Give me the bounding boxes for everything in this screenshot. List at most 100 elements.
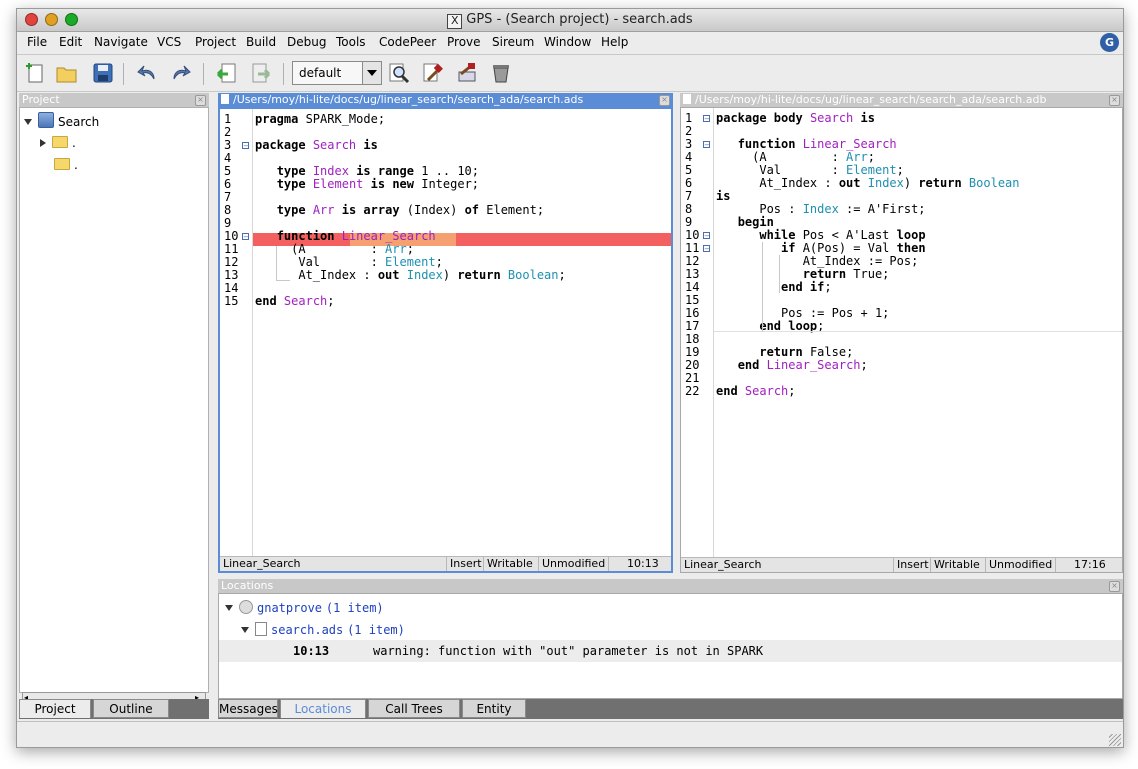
project-icon — [38, 112, 54, 128]
menu-edit[interactable]: Edit — [59, 35, 82, 49]
expand-down-icon[interactable] — [225, 605, 233, 611]
fold-guide — [276, 246, 277, 280]
code-text: Pos < A'Last — [795, 228, 897, 242]
code-text: Pos := Pos + 1; — [716, 306, 890, 320]
menu-build[interactable]: Build — [246, 35, 276, 49]
build-mode-value: default — [299, 66, 342, 80]
fold-toggle-icon[interactable]: − — [703, 141, 710, 149]
keyword: is — [860, 111, 875, 125]
menu-window[interactable]: Window — [544, 35, 591, 49]
menu-prove[interactable]: Prove — [447, 35, 481, 49]
tab-messages[interactable]: Messages — [218, 699, 278, 718]
code-line: pragma SPARK_Mode; — [255, 113, 385, 126]
location-message-row[interactable]: 10:13 warning: function with "out" param… — [219, 640, 1122, 662]
identifier: Linear_Search — [766, 358, 861, 372]
identifier: Search — [283, 294, 328, 308]
open-file-button[interactable] — [55, 61, 79, 85]
tree-item-dir[interactable]: . — [40, 136, 76, 150]
close-icon[interactable]: × — [195, 95, 206, 106]
tab-outline[interactable]: Outline — [93, 699, 169, 718]
project-tabs: Project Outline — [19, 699, 209, 719]
check-syntax-button[interactable] — [387, 61, 411, 85]
editor-left[interactable]: 1 pragma SPARK_Mode; 2 3− package Search is 4… — [218, 107, 673, 573]
redo-button[interactable] — [169, 61, 193, 85]
type-name: Element — [846, 163, 897, 177]
menu-help[interactable]: Help — [601, 35, 628, 49]
code-text: ; — [558, 268, 566, 282]
tree-item-obj-dir[interactable]: . — [54, 158, 78, 172]
code-line: At_Index : out Index) return Boolean; — [255, 268, 566, 282]
tab-project[interactable]: Project — [19, 699, 91, 718]
menu-navigate[interactable]: Navigate — [94, 35, 148, 49]
code-line: package body Search is — [716, 112, 875, 125]
editor-right-header[interactable]: /Users/moy/hi-lite/docs/ug/linear_search… — [680, 93, 1123, 107]
toolbar: default — [17, 55, 1123, 92]
code-text: ; — [867, 150, 875, 164]
new-file-button[interactable] — [23, 61, 47, 85]
undo-button[interactable] — [135, 61, 159, 85]
build-all-button[interactable] — [455, 61, 479, 85]
save-button[interactable] — [91, 61, 115, 85]
resize-grip-icon[interactable] — [1109, 734, 1121, 746]
type-name: Index — [867, 176, 904, 190]
close-icon[interactable]: × — [659, 95, 670, 106]
code-text: ; — [435, 255, 443, 269]
expand-down-icon[interactable] — [24, 119, 32, 125]
identifier: Arr — [312, 203, 335, 217]
expand-down-icon[interactable] — [241, 627, 249, 633]
menu-project[interactable]: Project — [195, 35, 236, 49]
menu-tools[interactable]: Tools — [336, 35, 366, 49]
location-file[interactable]: search.ads (1 item) — [241, 622, 405, 637]
keyword: is — [363, 138, 378, 152]
compile-button[interactable] — [421, 61, 445, 85]
menu-file[interactable]: File — [27, 35, 47, 49]
status-entity: Linear_Search — [223, 557, 301, 570]
tab-call-trees[interactable]: Call Trees — [368, 699, 460, 718]
code-text: ) — [442, 268, 458, 282]
status-modified: Unmodified — [985, 558, 1052, 572]
fold-toggle-icon[interactable]: − — [703, 245, 710, 253]
project-panel-header: Project × — [19, 93, 209, 107]
editor-right[interactable]: 1− package body Search is 2 3− function Lin… — [680, 107, 1123, 573]
tab-entity[interactable]: Entity — [462, 699, 526, 718]
build-mode-combo[interactable]: default — [292, 61, 382, 85]
location-category[interactable]: gnatprove (1 item) — [225, 600, 384, 615]
code-text: ; — [327, 294, 335, 308]
keyword: pragma — [255, 112, 299, 126]
clean-button[interactable] — [489, 61, 513, 85]
tree-item-search[interactable]: Search — [24, 112, 99, 129]
chevron-down-icon[interactable] — [362, 62, 381, 84]
back-arrow-icon — [216, 63, 236, 83]
fold-toggle-icon[interactable]: − — [242, 142, 249, 150]
editor-left-header[interactable]: /Users/moy/hi-lite/docs/ug/linear_search… — [218, 93, 673, 107]
go-back-button[interactable] — [215, 61, 239, 85]
identifier: Index — [312, 164, 349, 178]
status-writable[interactable]: Writable — [483, 557, 533, 571]
menu-vcs[interactable]: VCS — [157, 35, 181, 49]
identifier: Linear_Search — [802, 137, 897, 151]
fold-toggle-icon[interactable]: − — [703, 115, 710, 123]
menu-debug[interactable]: Debug — [287, 35, 326, 49]
code-line: At_Index : out Index) return Boolean — [716, 176, 1019, 190]
tab-locations[interactable]: Locations — [280, 699, 366, 718]
keyword: out — [377, 268, 400, 282]
code-text: (A : — [255, 242, 386, 256]
menu-sireum[interactable]: Sireum — [492, 35, 534, 49]
close-icon[interactable]: × — [1109, 581, 1120, 592]
go-forward-button[interactable] — [249, 61, 273, 85]
expand-right-icon[interactable] — [40, 139, 46, 147]
status-writable[interactable]: Writable — [930, 558, 980, 572]
code-text: 1 .. 10; — [413, 164, 480, 178]
fold-toggle-icon[interactable]: − — [242, 233, 249, 241]
status-mode[interactable]: Insert — [446, 557, 482, 571]
close-icon[interactable]: × — [1109, 95, 1120, 106]
status-mode[interactable]: Insert — [893, 558, 929, 572]
menu-codepeer[interactable]: CodePeer — [379, 35, 436, 49]
fold-toggle-icon[interactable]: − — [703, 232, 710, 240]
